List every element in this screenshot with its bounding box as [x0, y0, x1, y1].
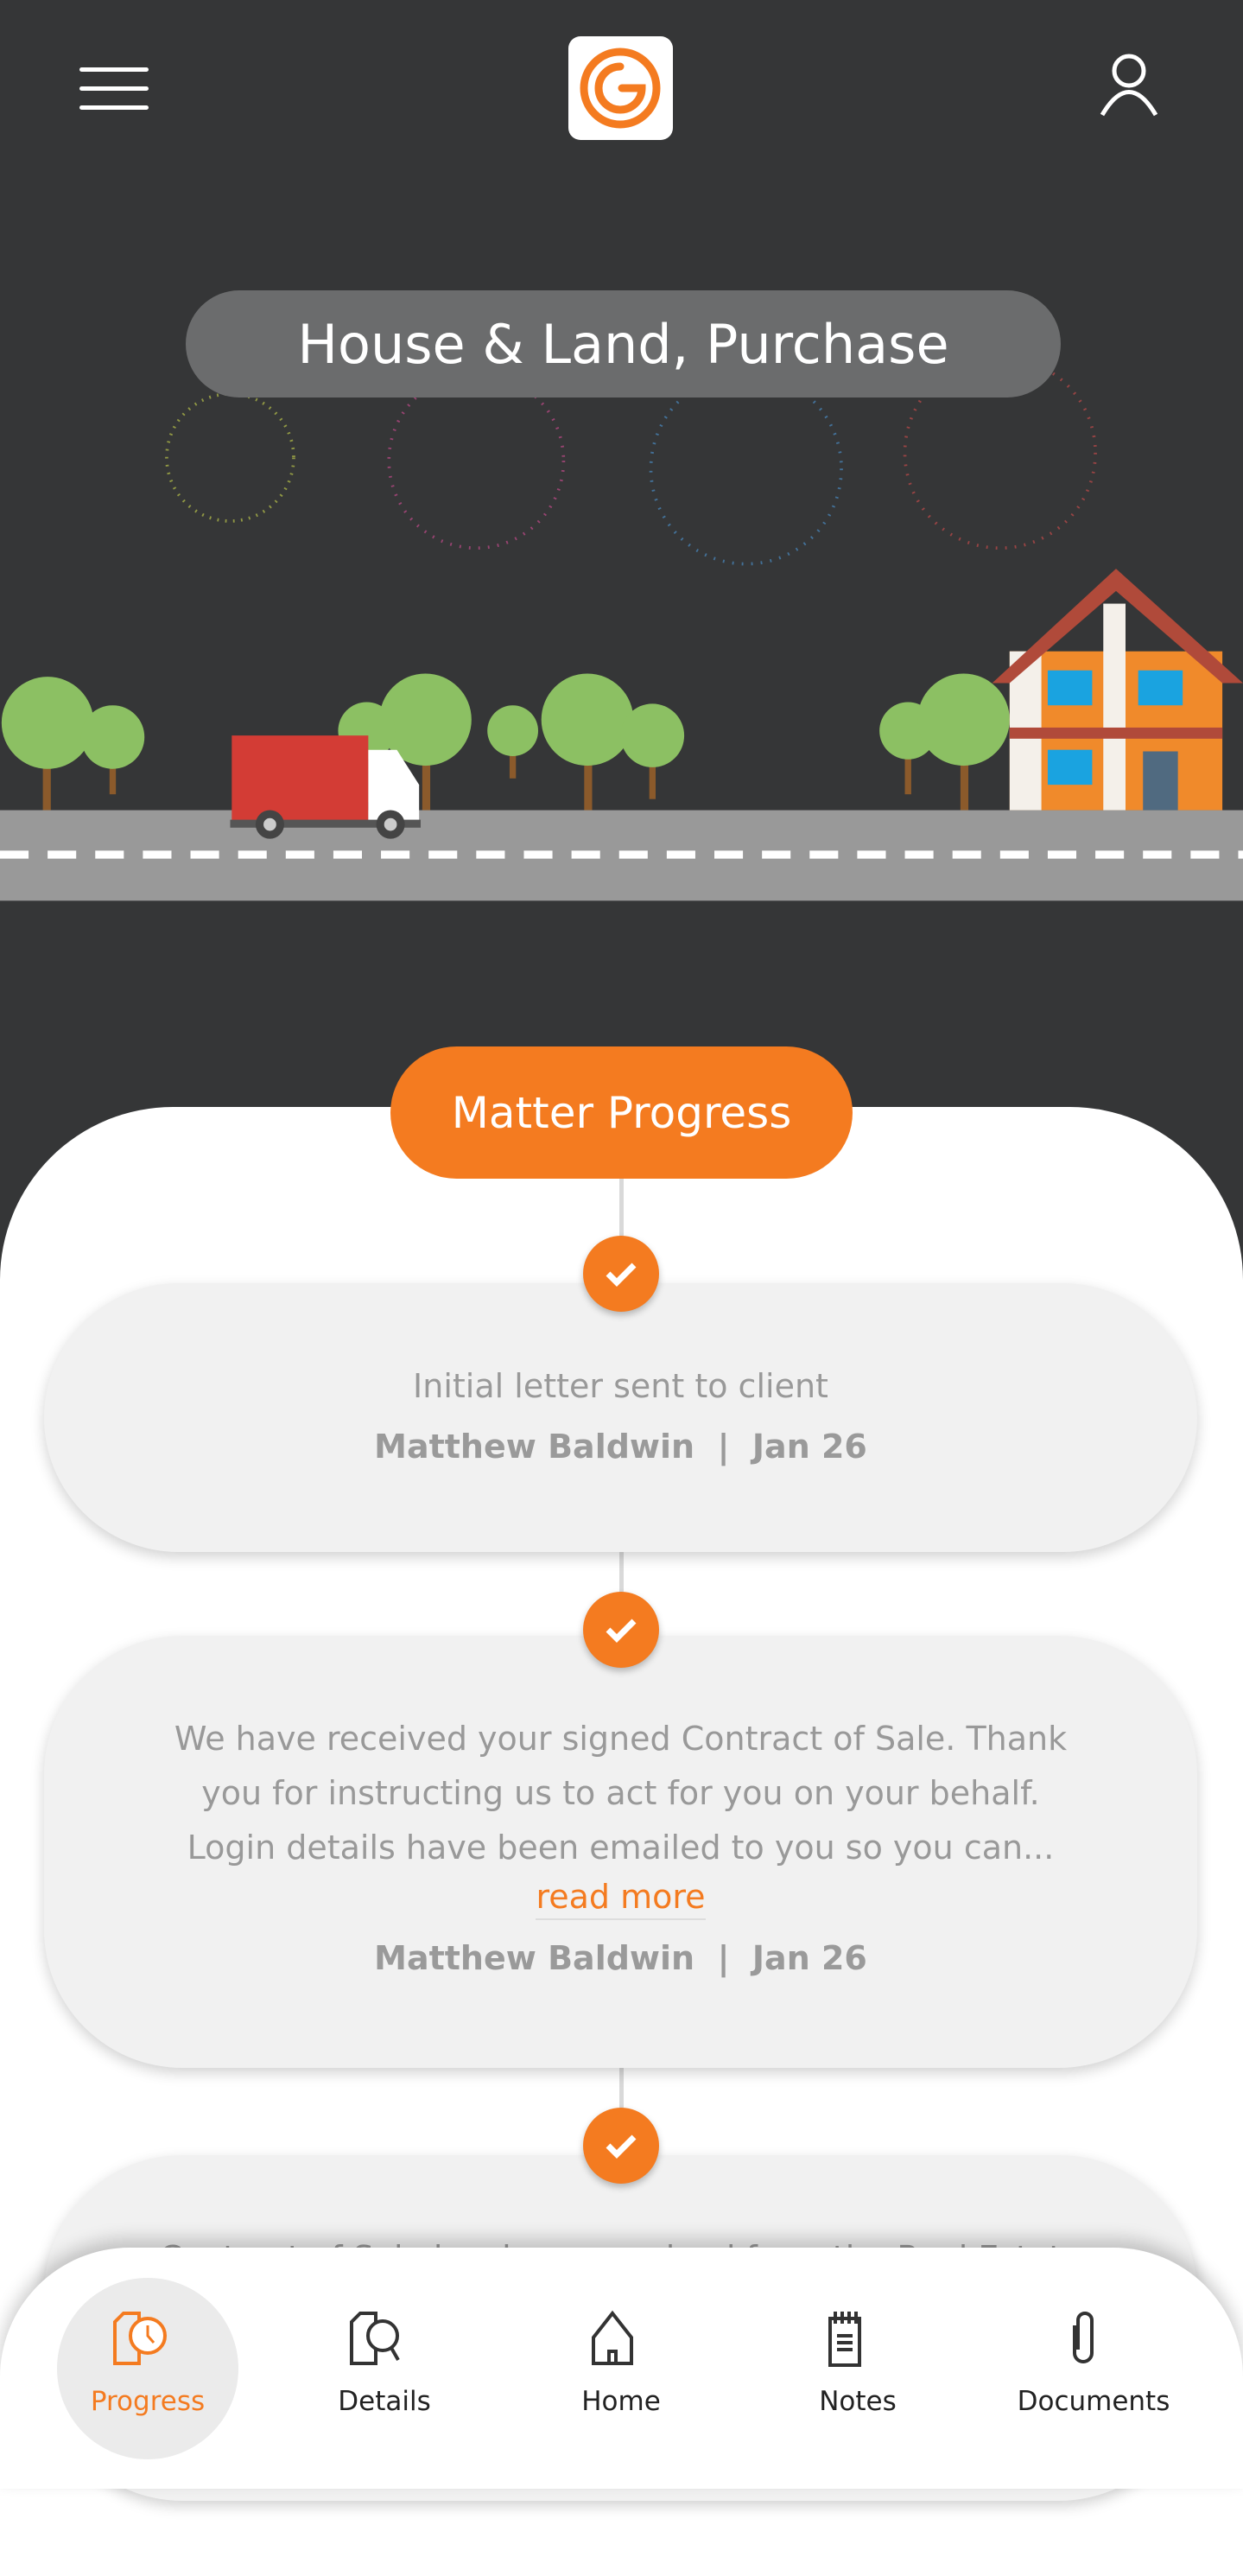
- menu-button[interactable]: [79, 67, 149, 110]
- brand-g-logo: [580, 48, 661, 129]
- truck: [230, 735, 422, 839]
- notes-icon: [828, 2312, 861, 2367]
- details-search-icon: [350, 2312, 400, 2365]
- profile-button[interactable]: [1099, 52, 1159, 118]
- house: [992, 569, 1243, 811]
- progress-card[interactable]: We have received your signed Contract of…: [44, 1636, 1197, 2068]
- matter-title: House & Land, Purchase: [186, 290, 1061, 398]
- progress-meta: Matthew Baldwin | Jan 26: [374, 1428, 867, 1466]
- nav-progress[interactable]: Progress: [44, 2248, 251, 2489]
- nav-home[interactable]: Home: [517, 2248, 725, 2489]
- nav-notes[interactable]: Notes: [754, 2248, 961, 2489]
- nav-documents[interactable]: Documents: [990, 2248, 1197, 2489]
- moving-scene-illustration: [0, 355, 1243, 901]
- brand-logo[interactable]: [568, 36, 673, 140]
- matter-progress-header: Matter Progress: [390, 1046, 853, 1179]
- progress-meta: Matthew Baldwin | Jan 26: [374, 1939, 867, 1977]
- check-icon: [583, 1592, 659, 1668]
- nav-details[interactable]: Details: [281, 2248, 488, 2489]
- progress-card[interactable]: Initial letter sent to client Matthew Ba…: [44, 1283, 1197, 1552]
- progress-clock-icon: [113, 2312, 167, 2365]
- hamburger-icon: [79, 67, 149, 72]
- progress-text: We have received your signed Contract of…: [174, 1720, 1068, 1867]
- user-icon: [1100, 54, 1158, 117]
- check-icon: [583, 1236, 659, 1312]
- check-icon: [583, 2108, 659, 2184]
- paperclip-icon: [1073, 2312, 1094, 2363]
- home-icon: [592, 2310, 633, 2365]
- trees: [1, 673, 1010, 811]
- read-more-link[interactable]: read more: [536, 1875, 706, 1920]
- progress-text: Initial letter sent to client: [413, 1367, 828, 1405]
- bottom-nav: Progress Details Home Notes Documents: [0, 2248, 1243, 2489]
